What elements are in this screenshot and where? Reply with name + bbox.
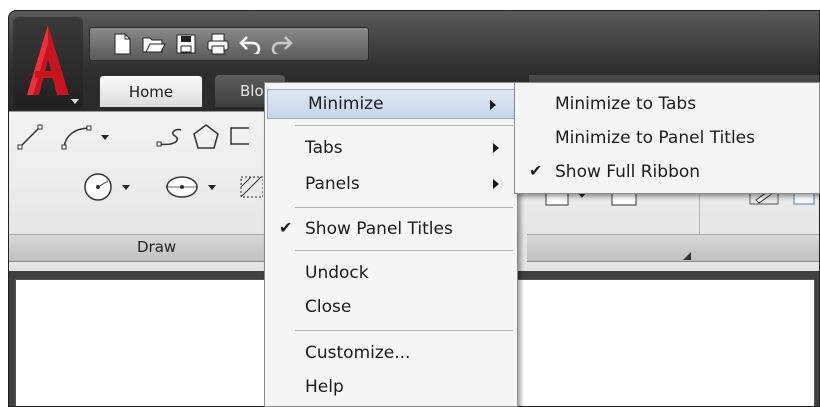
minimize-submenu: Minimize to Tabs Minimize to Panel Title… <box>514 82 820 194</box>
menu-item-label: Help <box>305 377 344 397</box>
panel-launcher-icon[interactable] <box>683 252 691 260</box>
quick-access-toolbar <box>89 27 369 61</box>
chevron-right-icon <box>490 100 496 110</box>
menu-item-label: Minimize <box>308 94 384 114</box>
polyline-icon <box>61 125 92 150</box>
rectangle-tool-button[interactable] <box>229 122 263 152</box>
hatch-tool-button[interactable] <box>237 170 265 204</box>
checkmark-icon: ✔ <box>279 218 293 237</box>
tab-blocks-label: Blo <box>240 82 264 100</box>
spline-tool-button[interactable] <box>153 122 187 152</box>
open-button[interactable] <box>142 32 166 56</box>
checkmark-icon: ✔ <box>529 161 543 180</box>
menu-item-panels[interactable]: Panels <box>265 169 517 199</box>
submenu-item-minimize-to-panel-titles[interactable]: Minimize to Panel Titles <box>515 123 819 153</box>
menu-item-minimize[interactable]: Minimize <box>267 89 515 119</box>
chevron-right-icon <box>493 143 499 153</box>
menu-item-customize[interactable]: Customize... <box>265 338 517 368</box>
chevron-down-icon[interactable] <box>208 184 216 190</box>
menu-item-label: Show Panel Titles <box>305 219 453 239</box>
ellipse-tool-button[interactable] <box>153 170 227 204</box>
print-button[interactable] <box>206 32 230 56</box>
polygon-tool-button[interactable] <box>189 122 223 152</box>
line-icon <box>17 124 43 150</box>
menu-item-tabs[interactable]: Tabs <box>265 133 517 163</box>
tab-home-label: Home <box>128 82 174 101</box>
chevron-down-icon[interactable] <box>122 184 130 190</box>
save-button[interactable] <box>174 32 198 56</box>
modify-panel-title-bar[interactable] <box>527 234 699 262</box>
print-icon <box>207 33 229 55</box>
rectangle-icon <box>230 127 249 145</box>
menu-item-close[interactable]: Close <box>265 292 517 322</box>
submenu-item-minimize-to-tabs[interactable]: Minimize to Tabs <box>515 89 819 119</box>
menu-item-label: Panels <box>305 174 360 194</box>
draw-panel: Draw <box>9 112 267 272</box>
new-file-icon <box>114 33 131 55</box>
spline-icon <box>156 128 182 147</box>
ribbon-context-menu: Minimize Tabs Panels ✔ Show Panel Titles… <box>264 82 518 407</box>
chevron-right-icon <box>493 179 499 189</box>
submenu-item-label: Minimize to Panel Titles <box>555 128 755 148</box>
annotation-panel-title-bar[interactable] <box>699 234 819 262</box>
save-icon <box>176 34 196 54</box>
menu-item-label: Close <box>305 297 352 317</box>
chevron-down-icon <box>71 99 79 104</box>
polyline-tool-button[interactable] <box>53 122 117 152</box>
autocad-logo-icon <box>27 25 69 95</box>
menu-item-label: Customize... <box>305 343 411 363</box>
panel-title-draw: Draw <box>137 238 177 256</box>
circle-icon <box>84 173 112 201</box>
new-button[interactable] <box>110 32 134 56</box>
undo-button[interactable] <box>238 32 262 56</box>
menu-divider <box>295 250 513 251</box>
undo-icon <box>239 36 261 54</box>
menu-item-show-panel-titles[interactable]: ✔ Show Panel Titles <box>265 214 517 244</box>
redo-icon <box>271 36 293 54</box>
redo-button[interactable] <box>270 32 294 56</box>
folder-open-icon <box>142 37 166 53</box>
menu-item-help[interactable]: Help <box>265 372 517 402</box>
ellipse-icon <box>166 176 198 198</box>
menu-divider <box>295 330 513 331</box>
line-tool-button[interactable] <box>15 122 45 152</box>
menu-item-label: Tabs <box>305 138 343 158</box>
application-menu-button[interactable] <box>13 17 83 109</box>
circle-tool-button[interactable] <box>73 170 139 204</box>
submenu-item-show-full-ribbon[interactable]: ✔ Show Full Ribbon <box>515 157 819 187</box>
menu-divider <box>295 125 513 126</box>
menu-item-undock[interactable]: Undock <box>265 258 517 288</box>
chevron-down-icon[interactable] <box>101 134 109 140</box>
menu-item-label: Undock <box>305 263 369 283</box>
hatch-icon <box>240 176 263 198</box>
submenu-item-label: Show Full Ribbon <box>555 162 701 182</box>
pentagon-icon <box>193 124 219 149</box>
tab-home[interactable]: Home <box>99 75 203 107</box>
submenu-item-label: Minimize to Tabs <box>555 94 697 114</box>
menu-divider <box>295 207 513 208</box>
